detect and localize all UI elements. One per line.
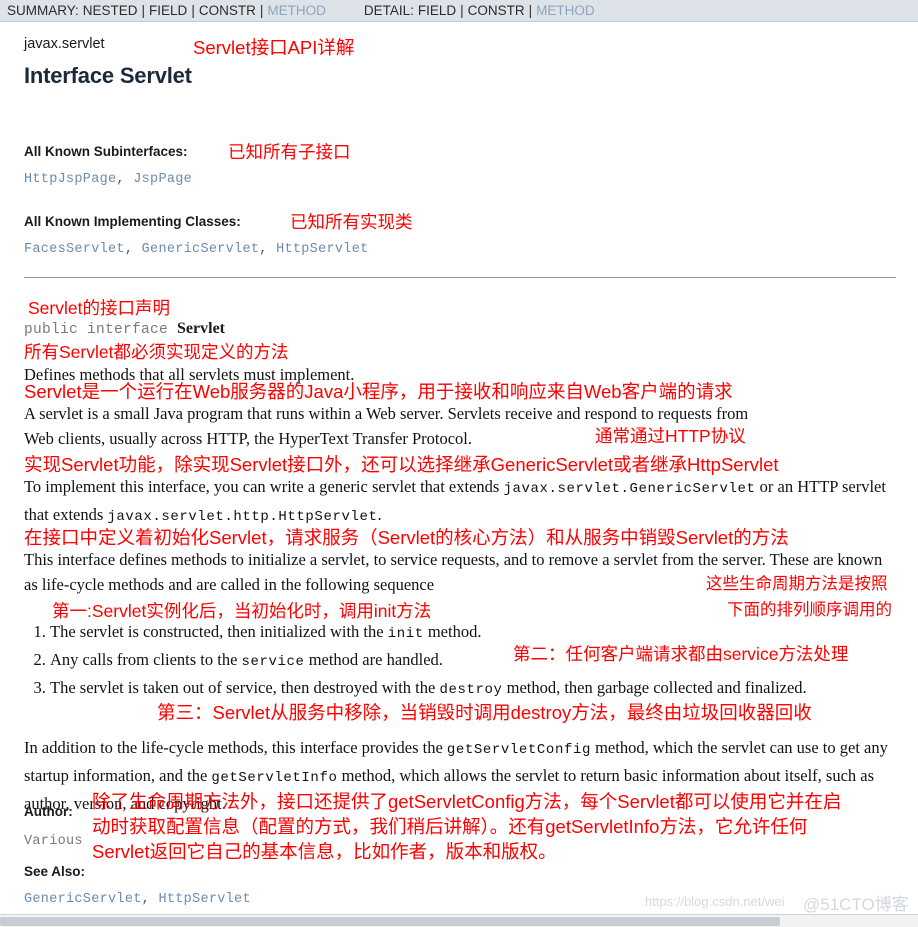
author-heading: Author: bbox=[24, 804, 73, 819]
paragraph-4-a: In addition to the life-cycle methods, t… bbox=[24, 738, 447, 757]
see-also-heading: See Also: bbox=[24, 864, 86, 879]
annotation-list-item-2: 第二：任何客户端请求都由service方法处理 bbox=[513, 644, 849, 664]
annotation-list-item-3: 第三：Servlet从服务中移除，当销毁时调用destroy方法，最终由垃圾回收… bbox=[157, 702, 812, 723]
annotation-author-1: 除了生命周期方法外，接口还提供了getServletConfig方法，每个Ser… bbox=[92, 791, 842, 812]
implementing-heading: All Known Implementing Classes: bbox=[24, 214, 241, 229]
navbar-detail-group: DETAIL: FIELD | CONSTR | METHOD bbox=[326, 3, 595, 18]
navbar-summary-group: SUMMARY: NESTED | FIELD | CONSTR | METHO… bbox=[0, 3, 326, 18]
code-generic-servlet: javax.servlet.GenericServlet bbox=[503, 481, 756, 497]
navbar-separator: | bbox=[528, 3, 533, 18]
navbar-summary-nested: NESTED bbox=[82, 3, 138, 18]
navbar-separator: | bbox=[460, 3, 464, 18]
navbar-detail-method-link[interactable]: METHOD bbox=[536, 3, 595, 18]
horizontal-scrollbar[interactable] bbox=[0, 914, 918, 927]
see-also-list: GenericServlet, HttpServlet bbox=[24, 892, 251, 907]
paragraph-1-line2: Web clients, usually across HTTP, the Hy… bbox=[24, 429, 472, 448]
annotation-author-3: Servlet返回它自己的基本信息，比如作者，版本和版权。 bbox=[92, 841, 557, 862]
list-item-2-a: Any calls from clients to the bbox=[50, 650, 242, 669]
declaration-name: Servlet bbox=[177, 320, 226, 337]
paragraph-2: To implement this interface, you can wri… bbox=[24, 474, 896, 530]
author-value: Various bbox=[24, 834, 83, 849]
code-get-servlet-info: getServletInfo bbox=[211, 770, 338, 786]
link-see-also-httpservlet[interactable]: HttpServlet bbox=[158, 892, 250, 907]
annotation-para1: Servlet是一个运行在Web服务器的Java小程序，用于接收和响应来自Web… bbox=[24, 381, 733, 402]
page-title: Interface Servlet bbox=[24, 63, 192, 88]
navbar-detail-label: DETAIL: bbox=[363, 3, 414, 18]
annotation-subinterfaces: 已知所有子接口 bbox=[228, 142, 351, 162]
code-destroy: destroy bbox=[439, 682, 503, 698]
link-jsppage[interactable]: JspPage bbox=[133, 172, 192, 187]
annotation-title: Servlet接口API详解 bbox=[193, 37, 355, 58]
link-httpjsppage[interactable]: HttpJspPage bbox=[24, 172, 116, 187]
code-init: init bbox=[387, 626, 424, 642]
paragraph-1-line1: A servlet is a small Java program that r… bbox=[24, 404, 749, 423]
javadoc-navbar: SUMMARY: NESTED | FIELD | CONSTR | METHO… bbox=[0, 0, 918, 22]
navbar-summary-label: SUMMARY: bbox=[7, 3, 79, 18]
watermark-url: https://blog.csdn.net/wei bbox=[645, 894, 785, 909]
navbar-detail-field: FIELD bbox=[417, 3, 457, 18]
link-httpservlet[interactable]: HttpServlet bbox=[276, 242, 368, 257]
navbar-detail-constr: CONSTR bbox=[467, 3, 525, 18]
link-genericservlet[interactable]: GenericServlet bbox=[142, 242, 260, 257]
list-item: The servlet is constructed, then initial… bbox=[50, 619, 918, 647]
list-item-1-b: method. bbox=[423, 622, 482, 641]
declaration-modifiers: public interface bbox=[24, 322, 178, 338]
annotation-para2: 实现Servlet功能，除实现Servlet接口外，还可以选择继承Generic… bbox=[24, 454, 779, 475]
navbar-summary-field: FIELD bbox=[149, 3, 188, 18]
paragraph-2-text-c: . bbox=[377, 505, 382, 524]
code-http-servlet: javax.servlet.http.HttpServlet bbox=[107, 509, 378, 525]
list-item: The servlet is taken out of service, the… bbox=[50, 675, 918, 703]
navbar-separator: | bbox=[141, 3, 146, 18]
type-declaration: public interface Servlet bbox=[24, 320, 225, 338]
code-service: service bbox=[241, 654, 305, 670]
implementing-list: FacesServlet, GenericServlet, HttpServle… bbox=[24, 242, 369, 257]
link-see-also-genericservlet[interactable]: GenericServlet bbox=[24, 892, 142, 907]
annotation-para3-trailing-1: 这些生命周期方法是按照 bbox=[706, 575, 888, 593]
annotation-author-2: 动时获取配置信息（配置的方式，我们稍后讲解）。还有getServletInfo方… bbox=[92, 816, 808, 837]
subinterfaces-list: HttpJspPage, JspPage bbox=[24, 172, 193, 187]
annotation-implementing: 已知所有实现类 bbox=[290, 212, 413, 232]
watermark-brand: @51CTO博客 bbox=[803, 895, 909, 914]
list-item-3-b: method, then garbage collected and final… bbox=[502, 678, 807, 697]
list-item-3-a: The servlet is taken out of service, the… bbox=[50, 678, 440, 697]
annotation-para1-trailing: 通常通过HTTP协议 bbox=[595, 426, 746, 446]
paragraph-2-text-a: To implement this interface, you can wri… bbox=[24, 477, 504, 496]
code-get-servlet-config: getServletConfig bbox=[446, 742, 591, 758]
list-item-1-a: The servlet is constructed, then initial… bbox=[50, 622, 388, 641]
link-facesservlet[interactable]: FacesServlet bbox=[24, 242, 125, 257]
package-name: javax.servlet bbox=[24, 36, 105, 52]
annotation-para3: 在接口中定义着初始化Servlet，请求服务（Servlet的核心方法）和从服务… bbox=[24, 527, 789, 548]
annotation-declaration: Servlet的接口声明 bbox=[28, 298, 170, 318]
scrollbar-thumb[interactable] bbox=[0, 917, 780, 926]
annotation-summary: 所有Servlet都必须实现定义的方法 bbox=[24, 342, 289, 362]
navbar-summary-constr: CONSTR bbox=[198, 3, 256, 18]
paragraph-1: A servlet is a small Java program that r… bbox=[24, 401, 896, 451]
divider bbox=[24, 277, 896, 278]
navbar-separator: | bbox=[259, 3, 264, 18]
navbar-separator: | bbox=[191, 3, 195, 18]
subinterfaces-heading: All Known Subinterfaces: bbox=[24, 144, 188, 159]
annotation-para3-trailing-2: 下面的排列顺序调用的 bbox=[727, 601, 892, 619]
navbar-summary-method-link[interactable]: METHOD bbox=[267, 3, 326, 18]
list-item-2-b: method are handled. bbox=[304, 650, 443, 669]
